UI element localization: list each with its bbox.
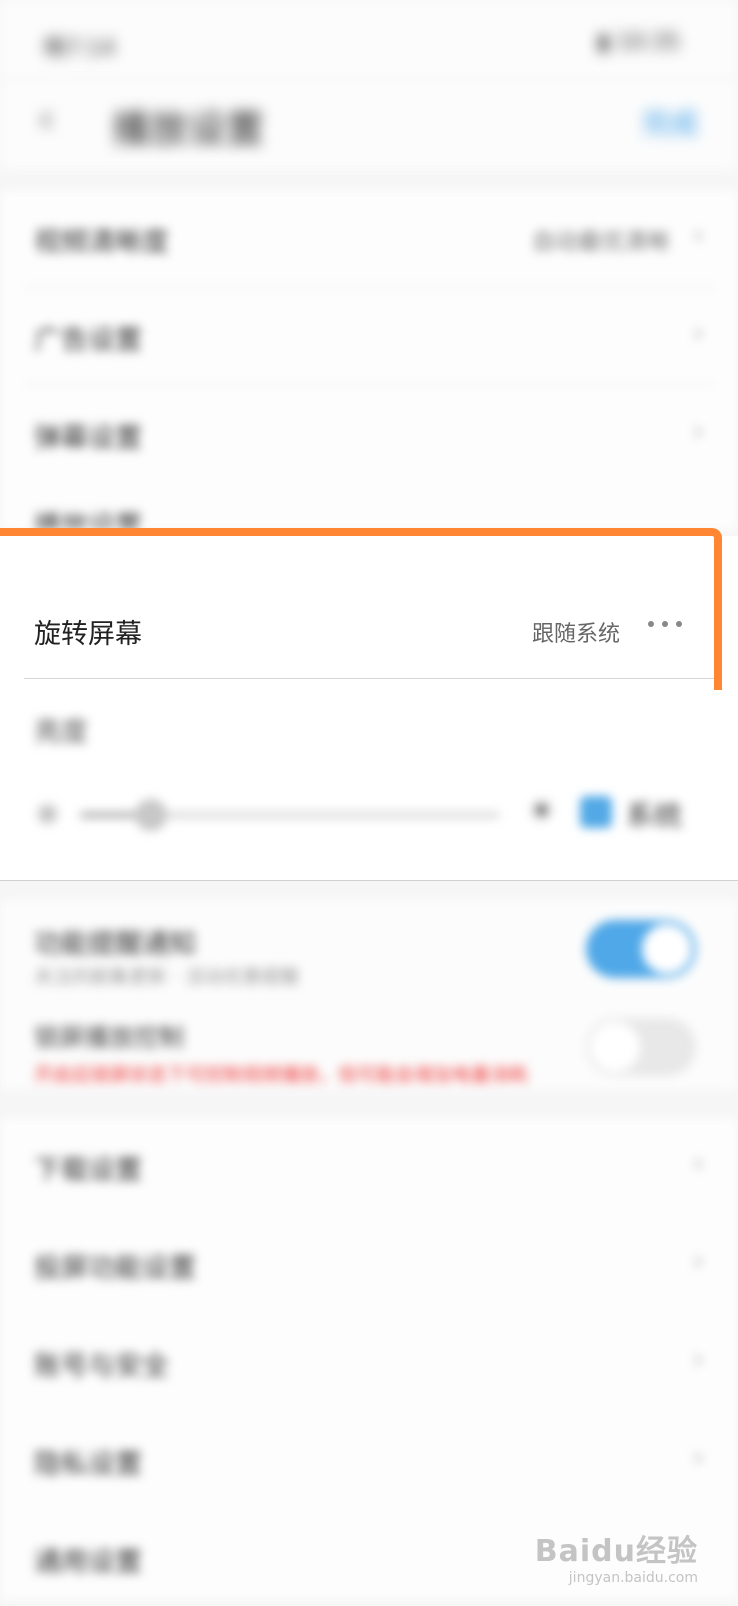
settings-row-rotate-screen[interactable]: 旋转屏幕 跟随系统 [0, 580, 738, 680]
chevron-right-icon: › [692, 1244, 704, 1277]
status-time: 晚7:14 [44, 36, 116, 61]
brightness-slider[interactable] [80, 799, 500, 831]
notice-title: 功能提醒通知 [34, 929, 196, 960]
toggle-knob [590, 1022, 640, 1072]
notice-toggle[interactable] [586, 920, 696, 978]
row-label: 弹幕设置 [34, 423, 142, 454]
settings-row-account[interactable]: 账号与安全 › [0, 1314, 738, 1410]
settings-section-top: 视频清晰度 自动最优清晰 › 广告设置 › 弹幕设置 › 播放设置 [0, 190, 738, 530]
sun-small-icon: ☼ [34, 798, 61, 833]
brightness-label: 亮度 [34, 717, 88, 748]
rotate-screen-label: 旋转屏幕 [34, 619, 142, 650]
lockscreen-toggle[interactable] [586, 1018, 696, 1076]
lockscreen-warning: 开启后锁屏状态下可控制视频播放，但可能会增加电量消耗 [34, 1064, 529, 1086]
settings-row-quality[interactable]: 视频清晰度 自动最优清晰 › [0, 190, 738, 286]
back-arrow-icon[interactable]: ‹ [38, 96, 54, 142]
brightness-section: 亮度 ☼ ☀ 系统 [0, 690, 738, 880]
settings-row-play[interactable]: 播放设置 [0, 484, 738, 530]
divider [24, 286, 714, 287]
chevron-right-icon: › [692, 1342, 704, 1375]
battery-indicator: ▮ 10:35 [597, 30, 681, 55]
watermark-url: jingyan.baidu.com [568, 1570, 698, 1586]
chevron-right-icon: › [692, 218, 704, 251]
divider [0, 880, 738, 881]
chevron-right-icon: › [692, 1440, 704, 1473]
more-options-icon[interactable] [644, 612, 690, 632]
row-label: 通用设置 [34, 1547, 142, 1578]
row-value: 自动最优清晰 [532, 229, 670, 255]
notice-subtitle: 关注的剧集更新 · 活动优惠提醒 [34, 966, 300, 988]
settings-row-cast[interactable]: 投屏功能设置 › [0, 1216, 738, 1312]
status-bar: 晚7:14 ▮ 10:35 [0, 0, 738, 80]
app-header: ‹ 播放设置 完成 [0, 80, 738, 170]
header-action-button[interactable]: 完成 [642, 102, 698, 142]
baidu-watermark: Baidu经验 jingyan.baidu.com [535, 1526, 698, 1586]
system-brightness-label: 系统 [626, 799, 683, 832]
page-title: 播放设置 [112, 107, 265, 151]
row-label: 广告设置 [34, 325, 142, 356]
lockscreen-title: 锁屏播放控制 [34, 1023, 185, 1052]
divider [24, 678, 714, 679]
notification-section: 功能提醒通知 关注的剧集更新 · 活动优惠提醒 锁屏播放控制 开启后锁屏状态下可… [0, 900, 738, 1090]
settings-row-ads[interactable]: 广告设置 › [0, 288, 738, 384]
chevron-right-icon: › [692, 1146, 704, 1179]
row-label: 隐私设置 [34, 1449, 142, 1480]
row-label: 账号与安全 [34, 1351, 169, 1382]
sun-large-icon: ☀ [528, 794, 555, 829]
settings-row-download[interactable]: 下载设置 › [0, 1118, 738, 1214]
settings-row-danmaku[interactable]: 弹幕设置 › [0, 386, 738, 482]
divider [24, 384, 714, 385]
row-label: 播放设置 [34, 511, 142, 530]
row-label: 视频清晰度 [34, 227, 169, 258]
rotate-screen-value: 跟随系统 [531, 622, 620, 647]
row-label: 投屏功能设置 [34, 1253, 196, 1284]
settings-row-privacy[interactable]: 隐私设置 › [0, 1412, 738, 1508]
system-brightness-checkbox[interactable] [580, 796, 612, 828]
chevron-right-icon: › [692, 414, 704, 447]
chevron-right-icon: › [692, 316, 704, 349]
slider-thumb[interactable] [135, 799, 168, 831]
toggle-knob [642, 924, 692, 974]
row-label: 下载设置 [34, 1155, 142, 1186]
watermark-logo: Baidu经验 [534, 1534, 698, 1569]
